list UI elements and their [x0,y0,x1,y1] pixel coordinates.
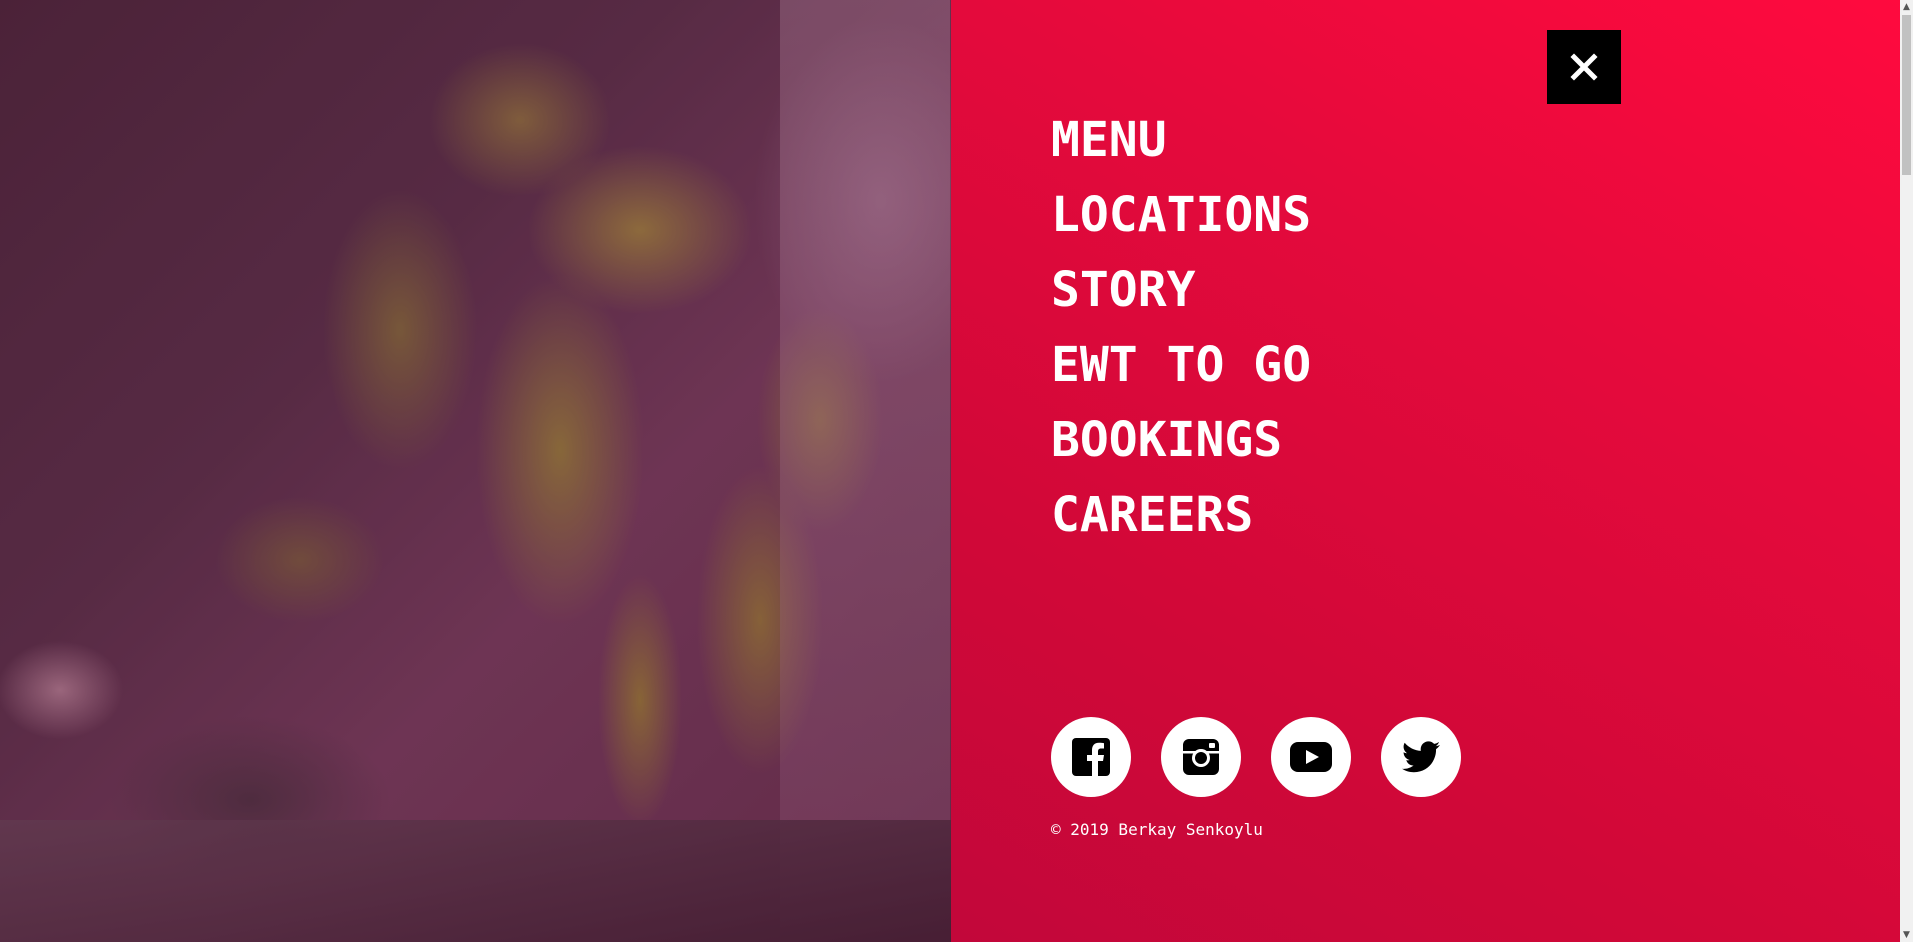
facebook-icon [1072,738,1110,776]
nav-item-ewt-to-go: EWT TO GO [1051,328,1311,403]
nav-item-bookings: BOOKINGS [1051,403,1311,478]
nav-link-story[interactable]: STORY [1051,262,1196,318]
main-nav: MENU LOCATIONS STORY EWT TO GO BOOKINGS … [1051,103,1311,553]
twitter-button[interactable] [1381,717,1461,797]
scroll-up-icon[interactable]: ▲ [1900,0,1913,14]
photo-pan [0,820,951,942]
nav-item-menu: MENU [1051,103,1311,178]
nav-link-careers[interactable]: CAREERS [1051,487,1253,543]
instagram-button[interactable] [1161,717,1241,797]
nav-item-careers: CAREERS [1051,478,1311,553]
facebook-button[interactable] [1051,717,1131,797]
hero-photo [0,0,951,942]
close-button[interactable] [1547,30,1621,104]
instagram-icon [1182,738,1220,776]
scroll-thumb[interactable] [1902,15,1911,175]
close-icon [1570,53,1598,81]
nav-item-story: STORY [1051,253,1311,328]
nav-link-ewt-to-go[interactable]: EWT TO GO [1051,337,1311,393]
nav-overlay-panel: MENU LOCATIONS STORY EWT TO GO BOOKINGS … [951,0,1900,942]
page: MENU LOCATIONS STORY EWT TO GO BOOKINGS … [0,0,1913,942]
vertical-scrollbar[interactable]: ▲ ▼ [1900,0,1913,942]
scroll-down-icon[interactable]: ▼ [1900,928,1913,942]
copyright-text: © 2019 Berkay Senkoylu [1051,820,1263,839]
social-links [1051,717,1461,797]
youtube-button[interactable] [1271,717,1351,797]
nav-link-menu[interactable]: MENU [1051,112,1167,168]
twitter-icon [1402,741,1440,773]
photo-background-wall [780,0,950,942]
nav-link-bookings[interactable]: BOOKINGS [1051,412,1282,468]
nav-item-locations: LOCATIONS [1051,178,1311,253]
nav-link-locations[interactable]: LOCATIONS [1051,187,1311,243]
youtube-icon [1290,742,1332,772]
